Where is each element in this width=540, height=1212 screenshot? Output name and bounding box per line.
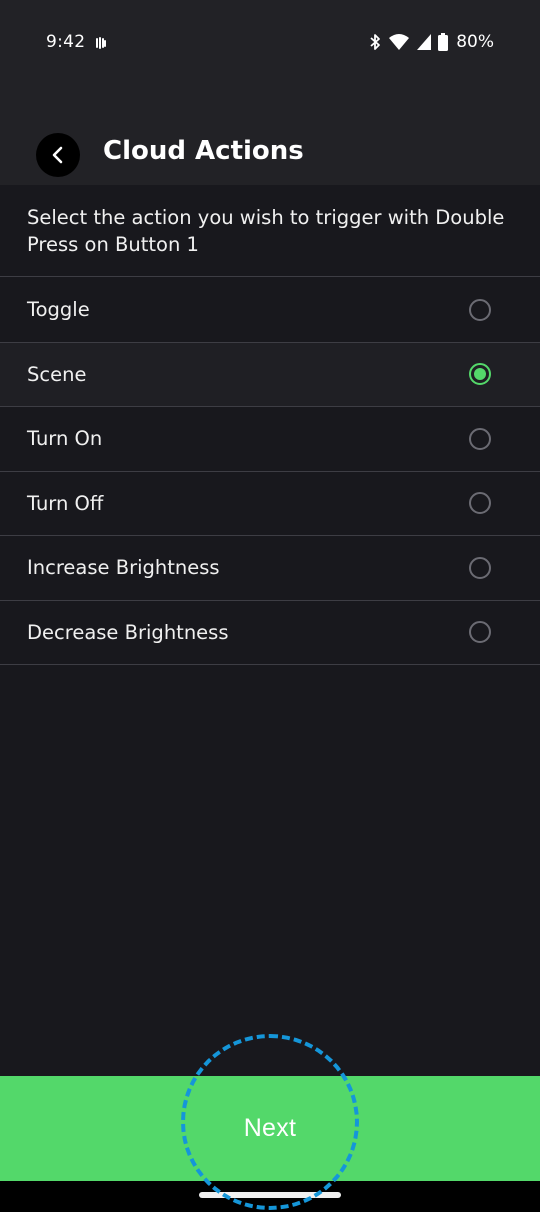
battery-icon xyxy=(438,33,449,51)
notification-icon xyxy=(96,37,106,49)
instruction-text: Select the action you wish to trigger wi… xyxy=(0,185,540,277)
bluetooth-icon xyxy=(370,34,381,50)
radio-button[interactable] xyxy=(469,556,491,579)
chevron-left-icon xyxy=(52,146,63,164)
signal-icon xyxy=(417,34,432,50)
status-icons: 80% xyxy=(368,32,494,52)
screen: 9:42 80% Cloud Actions Select the action… xyxy=(0,0,540,1212)
next-button-label: Next xyxy=(243,1114,297,1142)
battery-percent: 80% xyxy=(456,32,494,52)
radio-button[interactable] xyxy=(469,621,491,644)
option-label: Turn On xyxy=(27,427,103,451)
wifi-icon xyxy=(389,34,410,50)
option-scene[interactable]: Scene xyxy=(0,342,540,407)
back-button[interactable] xyxy=(36,133,80,177)
app-header: Cloud Actions xyxy=(0,88,540,185)
radio-button[interactable] xyxy=(469,427,491,450)
option-label: Increase Brightness xyxy=(27,556,220,580)
option-turn-on[interactable]: Turn On xyxy=(0,407,540,472)
option-label: Toggle xyxy=(27,298,90,322)
next-button[interactable]: Next xyxy=(0,1076,540,1181)
radio-button[interactable] xyxy=(469,492,491,515)
home-indicator[interactable] xyxy=(199,1192,341,1198)
option-increase-brightness[interactable]: Increase Brightness xyxy=(0,536,540,601)
option-toggle[interactable]: Toggle xyxy=(0,278,540,343)
option-label: Scene xyxy=(27,362,87,386)
status-time: 9:42 xyxy=(46,32,86,52)
page-title: Cloud Actions xyxy=(103,136,304,166)
action-option-list: Toggle Scene Turn On Turn Off Increase B… xyxy=(0,278,540,665)
option-label: Turn Off xyxy=(27,491,104,515)
option-label: Decrease Brightness xyxy=(27,620,229,644)
option-decrease-brightness[interactable]: Decrease Brightness xyxy=(0,601,540,665)
radio-button-selected[interactable] xyxy=(469,363,491,386)
radio-button[interactable] xyxy=(469,298,491,321)
status-bar: 9:42 80% xyxy=(0,0,540,88)
option-turn-off[interactable]: Turn Off xyxy=(0,472,540,536)
